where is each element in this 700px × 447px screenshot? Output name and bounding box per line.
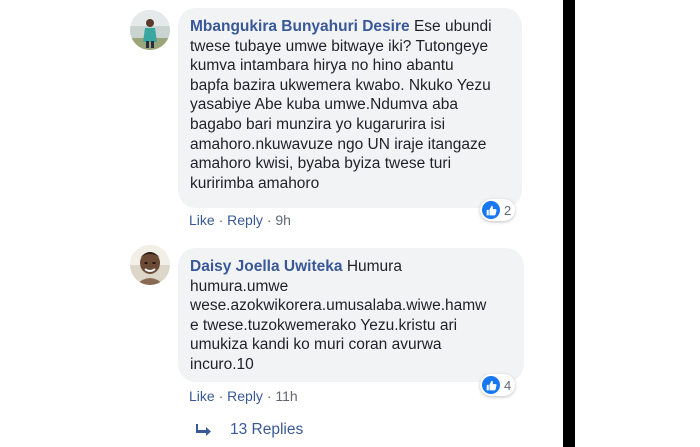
user-avatar-icon <box>130 245 170 285</box>
reaction-badge[interactable]: 2 <box>480 199 516 221</box>
comment-text-line: wese.azokwikorera.umusalaba.wiwe.hamw <box>190 297 487 315</box>
view-replies-link[interactable]: 13 Replies <box>196 421 303 439</box>
comment-text-line: amahoro kwisi, byaba byiza twese turi <box>190 155 452 173</box>
like-icon <box>482 376 500 394</box>
reaction-badge[interactable]: 4 <box>480 374 516 396</box>
user-avatar-icon <box>130 10 170 50</box>
like-link[interactable]: Like <box>189 212 215 228</box>
comment-author[interactable]: Daisy Joella Uwiteka <box>190 258 343 275</box>
right-edge-bar <box>563 0 575 447</box>
comment-body: Mbangukira Bunyahuri Desire Ese ubundi t… <box>190 17 510 193</box>
comment-actions: Like · Reply · 11h <box>189 388 298 404</box>
comment-text-line: bagabo bari munzira yo kugarurira isi <box>190 115 446 133</box>
comment-author[interactable]: Mbangukira Bunyahuri Desire <box>190 18 410 35</box>
reply-link[interactable]: Reply <box>227 212 263 228</box>
comment-bubble: Daisy Joella Uwiteka Humura humura.umwe … <box>178 248 524 382</box>
comment-text-line: yasabiye Abe kuba umwe.Ndumva aba <box>190 96 458 114</box>
reply-arrow-icon <box>196 424 212 436</box>
comment-timestamp[interactable]: 11h <box>275 388 297 404</box>
like-icon <box>482 201 500 219</box>
comment-text-line: kuririmba amahoro <box>190 174 320 192</box>
comment-actions: Like · Reply · 9h <box>189 212 291 228</box>
comment-text-line: umukiza kandi ko muri coran avurwa <box>190 336 442 354</box>
comment-text-line: kumva intambara hirya no hino abantu <box>190 57 454 75</box>
comment-text-line: amahoro.nkuwavuze ngo UN iraje itangaze <box>190 135 487 153</box>
comment-text-line: e twese.tuzokwemerako Yezu.kristu ari <box>190 316 458 334</box>
comment-bubble: Mbangukira Bunyahuri Desire Ese ubundi t… <box>178 8 522 208</box>
comment-text-line: bapfa bazira ukwemera kwabo. Nkuko Yezu <box>190 76 491 94</box>
comment-text-line: incuro.10 <box>190 355 254 373</box>
like-link[interactable]: Like <box>189 388 215 404</box>
reaction-count: 4 <box>504 377 512 393</box>
separator-dot: · <box>218 212 228 228</box>
replies-label: 13 Replies <box>230 421 304 438</box>
comment-text-line: Ese ubundi <box>413 18 492 35</box>
avatar[interactable] <box>130 245 170 285</box>
comment-timestamp[interactable]: 9h <box>275 212 291 228</box>
comment-text-line: Humura <box>346 258 402 275</box>
comment-text-line: twese tubaye umwe bitwaye iki? Tutongeye <box>190 37 489 55</box>
comment-text-line: humura.umwe <box>190 277 289 295</box>
reply-link[interactable]: Reply <box>227 388 263 404</box>
reaction-count: 2 <box>504 202 512 218</box>
separator-dot: · <box>218 388 228 404</box>
avatar[interactable] <box>130 10 170 50</box>
comment-body: Daisy Joella Uwiteka Humura humura.umwe … <box>190 257 512 375</box>
